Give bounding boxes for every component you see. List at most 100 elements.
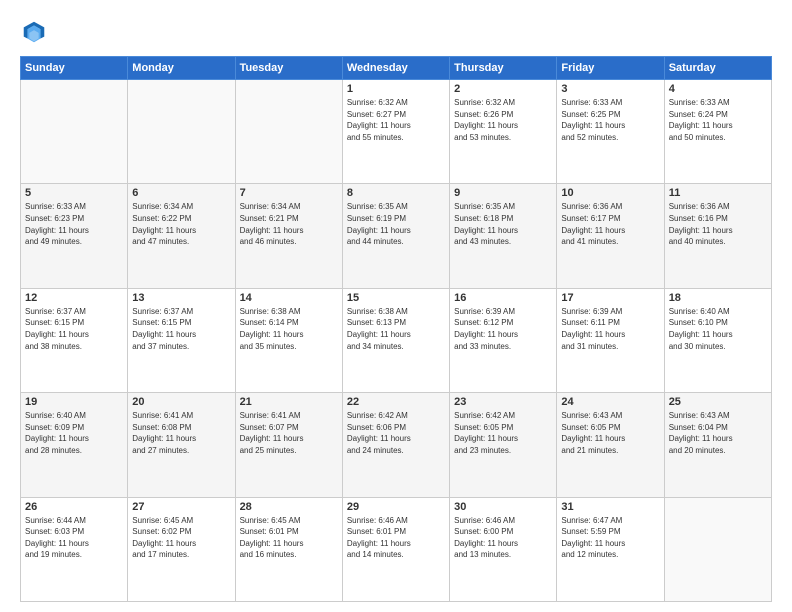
page: SundayMondayTuesdayWednesdayThursdayFrid… <box>0 0 792 612</box>
day-cell <box>128 80 235 184</box>
day-info: Sunrise: 6:36 AM Sunset: 6:16 PM Dayligh… <box>669 201 767 247</box>
day-info: Sunrise: 6:40 AM Sunset: 6:09 PM Dayligh… <box>25 410 123 456</box>
day-cell: 28 Sunrise: 6:45 AM Sunset: 6:01 PM Dayli… <box>235 497 342 601</box>
weekday-saturday: Saturday <box>664 57 771 80</box>
day-info: Sunrise: 6:44 AM Sunset: 6:03 PM Dayligh… <box>25 515 123 561</box>
day-number: 21 <box>240 396 338 408</box>
logo <box>20 18 52 46</box>
day-number: 7 <box>240 187 338 199</box>
day-info: Sunrise: 6:37 AM Sunset: 6:15 PM Dayligh… <box>132 306 230 352</box>
day-info: Sunrise: 6:43 AM Sunset: 6:05 PM Dayligh… <box>561 410 659 456</box>
day-info: Sunrise: 6:39 AM Sunset: 6:11 PM Dayligh… <box>561 306 659 352</box>
weekday-thursday: Thursday <box>450 57 557 80</box>
day-cell: 17Sunrise: 6:39 AM Sunset: 6:11 PM Dayli… <box>557 288 664 392</box>
day-info: Sunrise: 6:47 AM Sunset: 5:59 PM Dayligh… <box>561 515 659 561</box>
day-cell: 29 Sunrise: 6:46 AM Sunset: 6:01 PM Dayli… <box>342 497 449 601</box>
day-cell: 22Sunrise: 6:42 AM Sunset: 6:06 PM Dayli… <box>342 393 449 497</box>
day-number: 11 <box>669 187 767 199</box>
day-cell: 9 Sunrise: 6:35 AM Sunset: 6:18 PM Daylig… <box>450 184 557 288</box>
day-number: 29 <box>347 501 445 513</box>
day-number: 3 <box>561 83 659 95</box>
day-info: Sunrise: 6:35 AM Sunset: 6:18 PM Dayligh… <box>454 201 552 247</box>
day-number: 9 <box>454 187 552 199</box>
day-number: 5 <box>25 187 123 199</box>
day-cell: 13 Sunrise: 6:37 AM Sunset: 6:15 PM Dayli… <box>128 288 235 392</box>
day-number: 30 <box>454 501 552 513</box>
day-cell: 30 Sunrise: 6:46 AM Sunset: 6:00 PM Dayli… <box>450 497 557 601</box>
day-info: Sunrise: 6:34 AM Sunset: 6:21 PM Dayligh… <box>240 201 338 247</box>
day-info: Sunrise: 6:40 AM Sunset: 6:10 PM Dayligh… <box>669 306 767 352</box>
day-cell <box>664 497 771 601</box>
day-number: 2 <box>454 83 552 95</box>
week-row-4: 19 Sunrise: 6:40 AM Sunset: 6:09 PM Dayli… <box>21 393 772 497</box>
day-info: Sunrise: 6:36 AM Sunset: 6:17 PM Dayligh… <box>561 201 659 247</box>
day-info: Sunrise: 6:42 AM Sunset: 6:05 PM Dayligh… <box>454 410 552 456</box>
day-cell: 26 Sunrise: 6:44 AM Sunset: 6:03 PM Dayli… <box>21 497 128 601</box>
day-cell: 31 Sunrise: 6:47 AM Sunset: 5:59 PM Dayli… <box>557 497 664 601</box>
weekday-sunday: Sunday <box>21 57 128 80</box>
day-cell: 11 Sunrise: 6:36 AM Sunset: 6:16 PM Dayli… <box>664 184 771 288</box>
day-cell: 18 Sunrise: 6:40 AM Sunset: 6:10 PM Dayli… <box>664 288 771 392</box>
day-info: Sunrise: 6:46 AM Sunset: 6:01 PM Dayligh… <box>347 515 445 561</box>
day-info: Sunrise: 6:45 AM Sunset: 6:02 PM Dayligh… <box>132 515 230 561</box>
day-cell: 10 Sunrise: 6:36 AM Sunset: 6:17 PM Dayli… <box>557 184 664 288</box>
day-number: 27 <box>132 501 230 513</box>
day-number: 26 <box>25 501 123 513</box>
day-number: 22 <box>347 396 445 408</box>
day-number: 13 <box>132 292 230 304</box>
day-cell: 19 Sunrise: 6:40 AM Sunset: 6:09 PM Dayli… <box>21 393 128 497</box>
day-number: 1 <box>347 83 445 95</box>
day-info: Sunrise: 6:35 AM Sunset: 6:19 PM Dayligh… <box>347 201 445 247</box>
day-cell: 15 Sunrise: 6:38 AM Sunset: 6:13 PM Dayli… <box>342 288 449 392</box>
day-number: 20 <box>132 396 230 408</box>
day-cell: 23 Sunrise: 6:42 AM Sunset: 6:05 PM Dayli… <box>450 393 557 497</box>
week-row-3: 12 Sunrise: 6:37 AM Sunset: 6:15 PM Dayli… <box>21 288 772 392</box>
day-info: Sunrise: 6:38 AM Sunset: 6:13 PM Dayligh… <box>347 306 445 352</box>
day-number: 10 <box>561 187 659 199</box>
day-cell: 1 Sunrise: 6:32 AM Sunset: 6:27 PM Daylig… <box>342 80 449 184</box>
day-cell: 6Sunrise: 6:34 AM Sunset: 6:22 PM Daylig… <box>128 184 235 288</box>
day-cell: 21Sunrise: 6:41 AM Sunset: 6:07 PM Dayli… <box>235 393 342 497</box>
weekday-tuesday: Tuesday <box>235 57 342 80</box>
day-cell: 16Sunrise: 6:39 AM Sunset: 6:12 PM Dayli… <box>450 288 557 392</box>
day-info: Sunrise: 6:32 AM Sunset: 6:27 PM Dayligh… <box>347 97 445 143</box>
day-cell: 8 Sunrise: 6:35 AM Sunset: 6:19 PM Daylig… <box>342 184 449 288</box>
calendar-table: SundayMondayTuesdayWednesdayThursdayFrid… <box>20 56 772 602</box>
day-number: 14 <box>240 292 338 304</box>
weekday-friday: Friday <box>557 57 664 80</box>
day-info: Sunrise: 6:37 AM Sunset: 6:15 PM Dayligh… <box>25 306 123 352</box>
day-cell: 24 Sunrise: 6:43 AM Sunset: 6:05 PM Dayli… <box>557 393 664 497</box>
day-number: 19 <box>25 396 123 408</box>
day-number: 28 <box>240 501 338 513</box>
day-number: 23 <box>454 396 552 408</box>
day-number: 12 <box>25 292 123 304</box>
day-info: Sunrise: 6:43 AM Sunset: 6:04 PM Dayligh… <box>669 410 767 456</box>
day-number: 24 <box>561 396 659 408</box>
day-info: Sunrise: 6:45 AM Sunset: 6:01 PM Dayligh… <box>240 515 338 561</box>
day-cell: 20 Sunrise: 6:41 AM Sunset: 6:08 PM Dayli… <box>128 393 235 497</box>
day-cell: 5 Sunrise: 6:33 AM Sunset: 6:23 PM Daylig… <box>21 184 128 288</box>
day-cell: 25 Sunrise: 6:43 AM Sunset: 6:04 PM Dayli… <box>664 393 771 497</box>
day-info: Sunrise: 6:33 AM Sunset: 6:23 PM Dayligh… <box>25 201 123 247</box>
week-row-5: 26 Sunrise: 6:44 AM Sunset: 6:03 PM Dayli… <box>21 497 772 601</box>
logo-icon <box>20 18 48 46</box>
weekday-monday: Monday <box>128 57 235 80</box>
day-number: 15 <box>347 292 445 304</box>
day-cell: 27 Sunrise: 6:45 AM Sunset: 6:02 PM Dayli… <box>128 497 235 601</box>
day-number: 18 <box>669 292 767 304</box>
week-row-2: 5 Sunrise: 6:33 AM Sunset: 6:23 PM Daylig… <box>21 184 772 288</box>
weekday-wednesday: Wednesday <box>342 57 449 80</box>
day-number: 8 <box>347 187 445 199</box>
day-cell: 2Sunrise: 6:32 AM Sunset: 6:26 PM Daylig… <box>450 80 557 184</box>
day-number: 25 <box>669 396 767 408</box>
day-info: Sunrise: 6:38 AM Sunset: 6:14 PM Dayligh… <box>240 306 338 352</box>
day-info: Sunrise: 6:41 AM Sunset: 6:08 PM Dayligh… <box>132 410 230 456</box>
day-cell: 12 Sunrise: 6:37 AM Sunset: 6:15 PM Dayli… <box>21 288 128 392</box>
day-cell: 7 Sunrise: 6:34 AM Sunset: 6:21 PM Daylig… <box>235 184 342 288</box>
day-number: 6 <box>132 187 230 199</box>
day-number: 4 <box>669 83 767 95</box>
day-info: Sunrise: 6:46 AM Sunset: 6:00 PM Dayligh… <box>454 515 552 561</box>
day-number: 31 <box>561 501 659 513</box>
day-info: Sunrise: 6:39 AM Sunset: 6:12 PM Dayligh… <box>454 306 552 352</box>
day-info: Sunrise: 6:33 AM Sunset: 6:25 PM Dayligh… <box>561 97 659 143</box>
